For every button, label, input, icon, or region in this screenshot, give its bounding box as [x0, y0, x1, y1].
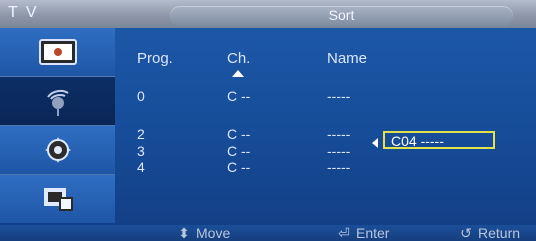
channel-cell: C -- [227, 126, 251, 142]
source-label: T V [8, 4, 39, 21]
sidebar-item-input[interactable] [0, 175, 115, 223]
sidebar-item-channel[interactable] [0, 77, 115, 125]
move-hint: ⬍ Move [176, 225, 230, 241]
sort-ascending-icon [232, 70, 244, 77]
prog-cell: 0 [137, 88, 145, 104]
table-row[interactable]: 4 C -- ----- [115, 159, 536, 175]
gear-icon [45, 137, 71, 163]
move-hint-label: Move [196, 225, 231, 241]
column-header-name: Name [327, 50, 368, 67]
name-cell: ----- [327, 143, 351, 159]
return-icon: ↺ [460, 225, 472, 241]
channel-cell: C -- [227, 88, 251, 104]
return-hint: ↺ Return [458, 225, 520, 241]
sidebar-item-picture[interactable] [0, 28, 115, 76]
top-bar: T V Sort [0, 0, 536, 28]
name-cell: ----- [327, 126, 351, 142]
channel-cell: C -- [227, 143, 251, 159]
column-header-prog: Prog. [137, 50, 173, 67]
name-cell: ----- [327, 88, 351, 104]
column-header-ch: Ch. [227, 50, 251, 67]
up-down-arrow-icon: ⬍ [178, 225, 190, 241]
antenna-icon [47, 89, 69, 116]
enter-icon: ⏎ [338, 225, 350, 241]
prog-cell: 2 [137, 126, 145, 142]
return-hint-label: Return [478, 225, 521, 241]
enter-hint-label: Enter [356, 225, 390, 241]
menu-sidebar [0, 28, 115, 225]
input-icon [44, 188, 73, 211]
title-pill: Sort [170, 6, 513, 26]
picture-icon [39, 39, 77, 65]
sidebar-item-setup[interactable] [0, 126, 115, 174]
sort-panel: Prog. Ch. Name 0 C -- ----- C04 ----- 2 … [115, 28, 536, 225]
table-row[interactable]: 2 C -- ----- [115, 126, 536, 142]
prog-cell: 3 [137, 143, 145, 159]
table-row[interactable]: 3 C -- ----- [115, 143, 536, 159]
tv-osd-window: T V Sort Prog. Ch. Name 0 C -- ----- C04… [0, 0, 536, 241]
channel-cell: C -- [227, 159, 251, 175]
hint-bar: ⬍ Move ⏎ Enter ↺ Return [0, 225, 536, 241]
page-title: Sort [328, 7, 355, 23]
name-cell: ----- [327, 159, 351, 175]
enter-hint: ⏎ Enter [336, 225, 389, 241]
table-row[interactable]: 0 C -- ----- [115, 88, 536, 104]
prog-cell: 4 [137, 159, 145, 175]
